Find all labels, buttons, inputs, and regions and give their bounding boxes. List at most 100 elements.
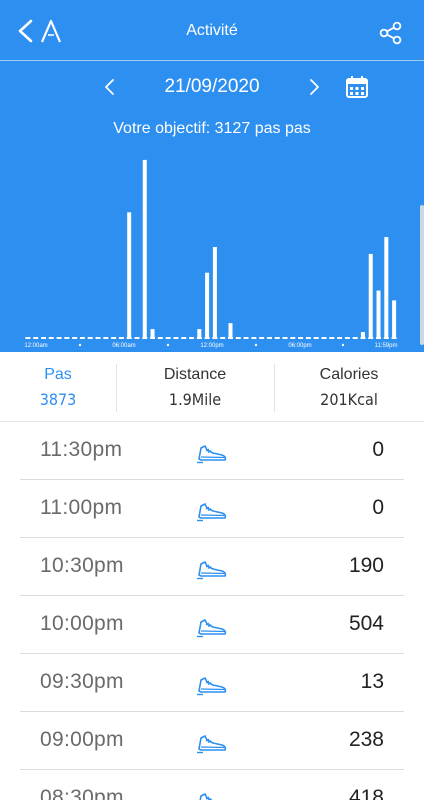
list-item[interactable]: 10:30pm 190 bbox=[0, 538, 424, 596]
chart-x-tick-dot bbox=[341, 343, 345, 347]
activity-header: Activité 21/09/2020 Votre objectif: 3127… bbox=[0, 0, 424, 352]
daily-goal: Votre objectif: 3127 pas pas bbox=[113, 120, 311, 137]
chart-bar bbox=[392, 300, 397, 338]
entry-time: 11:00pm bbox=[40, 496, 123, 519]
chart-baseline-dash bbox=[157, 337, 163, 339]
chart-baseline-dash bbox=[79, 337, 85, 339]
entry-steps: 238 bbox=[348, 728, 384, 751]
chart-baseline-dash bbox=[243, 337, 249, 339]
chart-baseline-dash bbox=[274, 337, 280, 339]
shoe-icon bbox=[197, 561, 227, 580]
chart-bar bbox=[368, 253, 373, 338]
chart-baseline-dash bbox=[337, 337, 343, 339]
chart-baseline-dash bbox=[259, 337, 265, 339]
entry-time: 09:00pm bbox=[40, 728, 124, 751]
chart-baseline-dash bbox=[352, 337, 358, 339]
stat-distance[interactable]: Distance 1.9Mile bbox=[116, 352, 274, 422]
stat-steps[interactable]: Pas 3873 bbox=[0, 352, 116, 422]
scrollbar[interactable] bbox=[420, 205, 424, 345]
chart-baseline-dash bbox=[40, 337, 46, 339]
chart-bar bbox=[150, 329, 155, 338]
entry-time: 10:00pm bbox=[40, 612, 124, 635]
entry-time: 11:30pm bbox=[40, 438, 123, 461]
chart-bar bbox=[127, 212, 132, 338]
stat-calories-value: 201Kcal bbox=[320, 390, 378, 409]
shoe-icon bbox=[199, 793, 213, 800]
chart-x-tick-label: 06:00pm bbox=[288, 343, 311, 349]
entry-time: 08:30pm bbox=[40, 786, 124, 800]
chart-baseline-dash bbox=[282, 337, 288, 339]
stat-calories[interactable]: Calories 201Kcal bbox=[274, 352, 424, 422]
shoe-icon bbox=[197, 619, 227, 638]
chart-baseline-dash bbox=[118, 337, 124, 339]
chart-bar bbox=[197, 329, 202, 338]
chart-baseline-dash bbox=[87, 337, 93, 339]
chart-baseline-dash bbox=[313, 337, 319, 339]
header-divider bbox=[0, 60, 424, 61]
chart-baseline-dash bbox=[181, 337, 187, 339]
entry-steps: 190 bbox=[348, 554, 384, 577]
chart-baseline-dash bbox=[235, 337, 241, 339]
chart-baseline-dash bbox=[33, 337, 39, 339]
stat-distance-value: 1.9Mile bbox=[168, 390, 222, 409]
chart-baseline-dash bbox=[266, 337, 272, 339]
prev-day-icon[interactable] bbox=[102, 76, 118, 98]
chart-baseline-dash bbox=[251, 337, 257, 339]
chart-x-tick-label: 11:59pm bbox=[375, 343, 398, 349]
chart-bar bbox=[384, 237, 389, 338]
chart-x-tick-label: 12:00pm bbox=[200, 343, 223, 349]
steps-chart-svg: 12:00am 06:00am 12:00pm 06:00pm 11:59pm bbox=[24, 159, 398, 349]
summary-stats: Pas 3873 Distance 1.9Mile Calories 201Kc… bbox=[0, 352, 424, 422]
chart-bar bbox=[376, 290, 381, 338]
share-icon[interactable] bbox=[378, 20, 404, 46]
current-date[interactable]: 21/09/2020 bbox=[120, 76, 304, 98]
stat-distance-label: Distance bbox=[163, 366, 227, 383]
calendar-icon[interactable] bbox=[344, 74, 370, 100]
entry-steps: 504 bbox=[348, 612, 384, 635]
entry-time: 10:30pm bbox=[40, 554, 124, 577]
chart-x-tick-dot bbox=[166, 343, 170, 347]
steps-chart: 12:00am 06:00am 12:00pm 06:00pm 11:59pm bbox=[0, 140, 424, 352]
entry-time: 09:30pm bbox=[40, 670, 124, 693]
next-day-icon[interactable] bbox=[306, 76, 322, 98]
stat-calories-label: Calories bbox=[319, 366, 379, 383]
list-item[interactable]: 09:00pm 238 bbox=[0, 712, 424, 770]
stat-steps-value: 3873 bbox=[39, 390, 77, 409]
list-item[interactable]: 11:30pm 0 bbox=[0, 422, 424, 480]
chart-baseline-dash bbox=[72, 337, 78, 339]
chart-x-tick-label: 06:00am bbox=[112, 343, 135, 349]
chart-baseline-dash bbox=[298, 337, 304, 339]
page-title: Activité bbox=[186, 22, 238, 39]
shoe-icon bbox=[197, 445, 227, 464]
chart-baseline-dash bbox=[95, 337, 101, 339]
chart-bar bbox=[360, 332, 365, 338]
half-hour-list: 11:30pm 0 11:00pm 0 10:30pm 190 10:00pm 504 09:3… bbox=[0, 422, 424, 800]
entry-steps: 418 bbox=[348, 786, 384, 800]
shoe-icon bbox=[197, 503, 227, 522]
chart-x-tick-label: 12:00am bbox=[24, 343, 47, 349]
list-item[interactable]: 11:00pm 0 bbox=[0, 480, 424, 538]
entry-steps: 0 bbox=[372, 438, 384, 461]
list-item[interactable]: 09:30pm 13 bbox=[0, 654, 424, 712]
chart-x-tick-dot bbox=[254, 343, 258, 347]
list-item[interactable]: 08:30pm 418 bbox=[0, 770, 424, 800]
list-item[interactable]: 10:00pm 504 bbox=[0, 596, 424, 654]
chart-baseline-dash bbox=[321, 337, 327, 339]
chart-bar bbox=[228, 323, 233, 338]
chart-bar bbox=[142, 159, 147, 338]
chart-baseline-dash bbox=[103, 337, 109, 339]
chart-baseline-dash bbox=[64, 337, 70, 339]
chart-baseline-dash bbox=[344, 337, 350, 339]
chart-baseline-dash bbox=[25, 337, 31, 339]
chart-baseline-dash bbox=[111, 337, 117, 339]
chart-baseline-dash bbox=[189, 337, 195, 339]
chart-baseline-dash bbox=[173, 337, 179, 339]
chart-bar bbox=[205, 272, 210, 338]
chart-baseline-dash bbox=[305, 337, 311, 339]
chart-baseline-dash bbox=[220, 337, 226, 339]
chart-bar bbox=[212, 246, 217, 338]
entry-steps: 0 bbox=[372, 496, 384, 519]
entry-steps: 13 bbox=[360, 670, 384, 693]
stat-steps-label: Pas bbox=[44, 366, 72, 383]
chart-baseline-dash bbox=[290, 337, 296, 339]
